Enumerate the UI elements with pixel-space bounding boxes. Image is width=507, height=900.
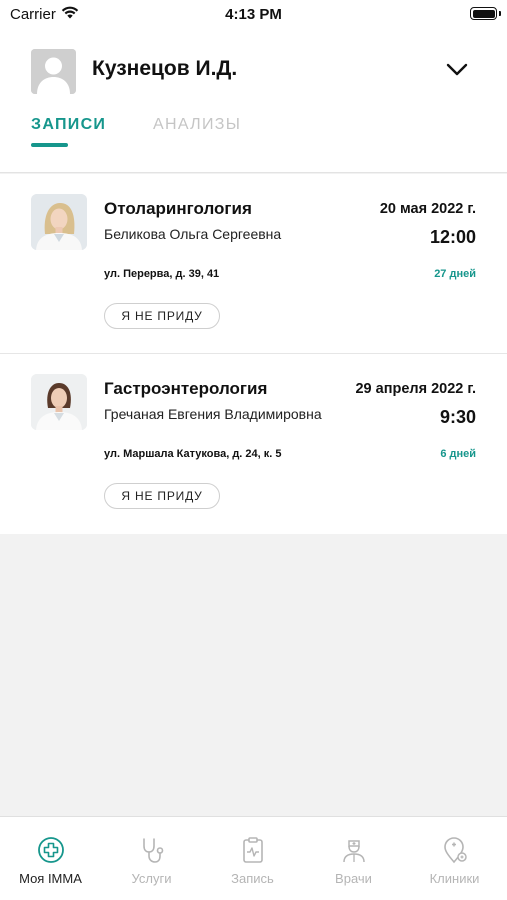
battery-tip xyxy=(499,11,501,16)
nav-item-my-imma[interactable]: Моя IMMA xyxy=(0,817,101,900)
avatar[interactable] xyxy=(31,49,76,94)
days-until-appointment: 27 дней xyxy=(434,268,476,280)
active-tab-indicator xyxy=(31,143,68,147)
appointment-date: 29 апреля 2022 г. xyxy=(355,381,476,397)
doctor-icon xyxy=(343,840,365,863)
medical-cross-icon xyxy=(38,837,64,863)
clinic-address: ул. Перерва, д. 39, 41 xyxy=(104,268,220,280)
appointment-time: 9:30 xyxy=(439,407,476,427)
cancel-appointment-button[interactable]: Я НЕ ПРИДУ xyxy=(104,483,220,509)
appointment-date: 20 мая 2022 г. xyxy=(379,201,476,217)
user-placeholder-icon xyxy=(31,49,76,94)
appointment-card[interactable]: Гастроэнтерология Гречаная Евгения Влади… xyxy=(0,354,507,534)
bottom-nav: Моя IMMA Услуги Запись Врачи Клиники xyxy=(0,816,507,900)
status-time: 4:13 PM xyxy=(225,6,282,23)
nav-label: Запись xyxy=(231,871,274,886)
days-until-appointment: 6 дней xyxy=(440,448,476,460)
nav-item-clinics[interactable]: Клиники xyxy=(404,817,505,900)
clipboard-icon xyxy=(243,837,263,863)
appointment-time: 12:00 xyxy=(429,227,476,247)
doctor-photo xyxy=(31,194,87,250)
status-bar: Carrier 4:13 PM xyxy=(0,0,507,30)
nav-item-doctors[interactable]: Врачи xyxy=(303,817,404,900)
appointment-doctor: Гречаная Евгения Владимировна xyxy=(104,406,322,422)
nav-label: Клиники xyxy=(429,871,480,886)
nav-label: Услуги xyxy=(131,871,172,886)
chevron-down-icon[interactable] xyxy=(446,63,468,77)
appointment-specialty: Гастроэнтерология xyxy=(104,379,268,398)
appointment-card[interactable]: Отоларингология Беликова Ольга Сергеевна… xyxy=(0,174,507,354)
nav-label: Врачи xyxy=(335,871,372,886)
tab-records[interactable]: ЗАПИСИ xyxy=(31,116,106,134)
appointment-list: Отоларингология Беликова Ольга Сергеевна… xyxy=(0,174,507,534)
nav-item-booking[interactable]: Запись xyxy=(202,817,303,900)
profile-header: Кузнецов И.Д. ЗАПИСИ АНАЛИЗЫ xyxy=(0,30,507,173)
nav-item-services[interactable]: Услуги xyxy=(101,817,202,900)
appointment-specialty: Отоларингология xyxy=(104,199,252,218)
battery-icon xyxy=(470,7,497,20)
tab-analyses[interactable]: АНАЛИЗЫ xyxy=(153,116,241,134)
appointment-doctor: Беликова Ольга Сергеевна xyxy=(104,226,282,242)
nav-label: Моя IMMA xyxy=(19,871,82,886)
cancel-appointment-button[interactable]: Я НЕ ПРИДУ xyxy=(104,303,220,329)
user-name[interactable]: Кузнецов И.Д. xyxy=(92,57,237,81)
stethoscope-icon xyxy=(143,838,164,863)
doctor-photo xyxy=(31,374,87,430)
clinic-address: ул. Маршала Катукова, д. 24, к. 5 xyxy=(104,448,282,460)
map-pin-icon xyxy=(444,837,467,864)
